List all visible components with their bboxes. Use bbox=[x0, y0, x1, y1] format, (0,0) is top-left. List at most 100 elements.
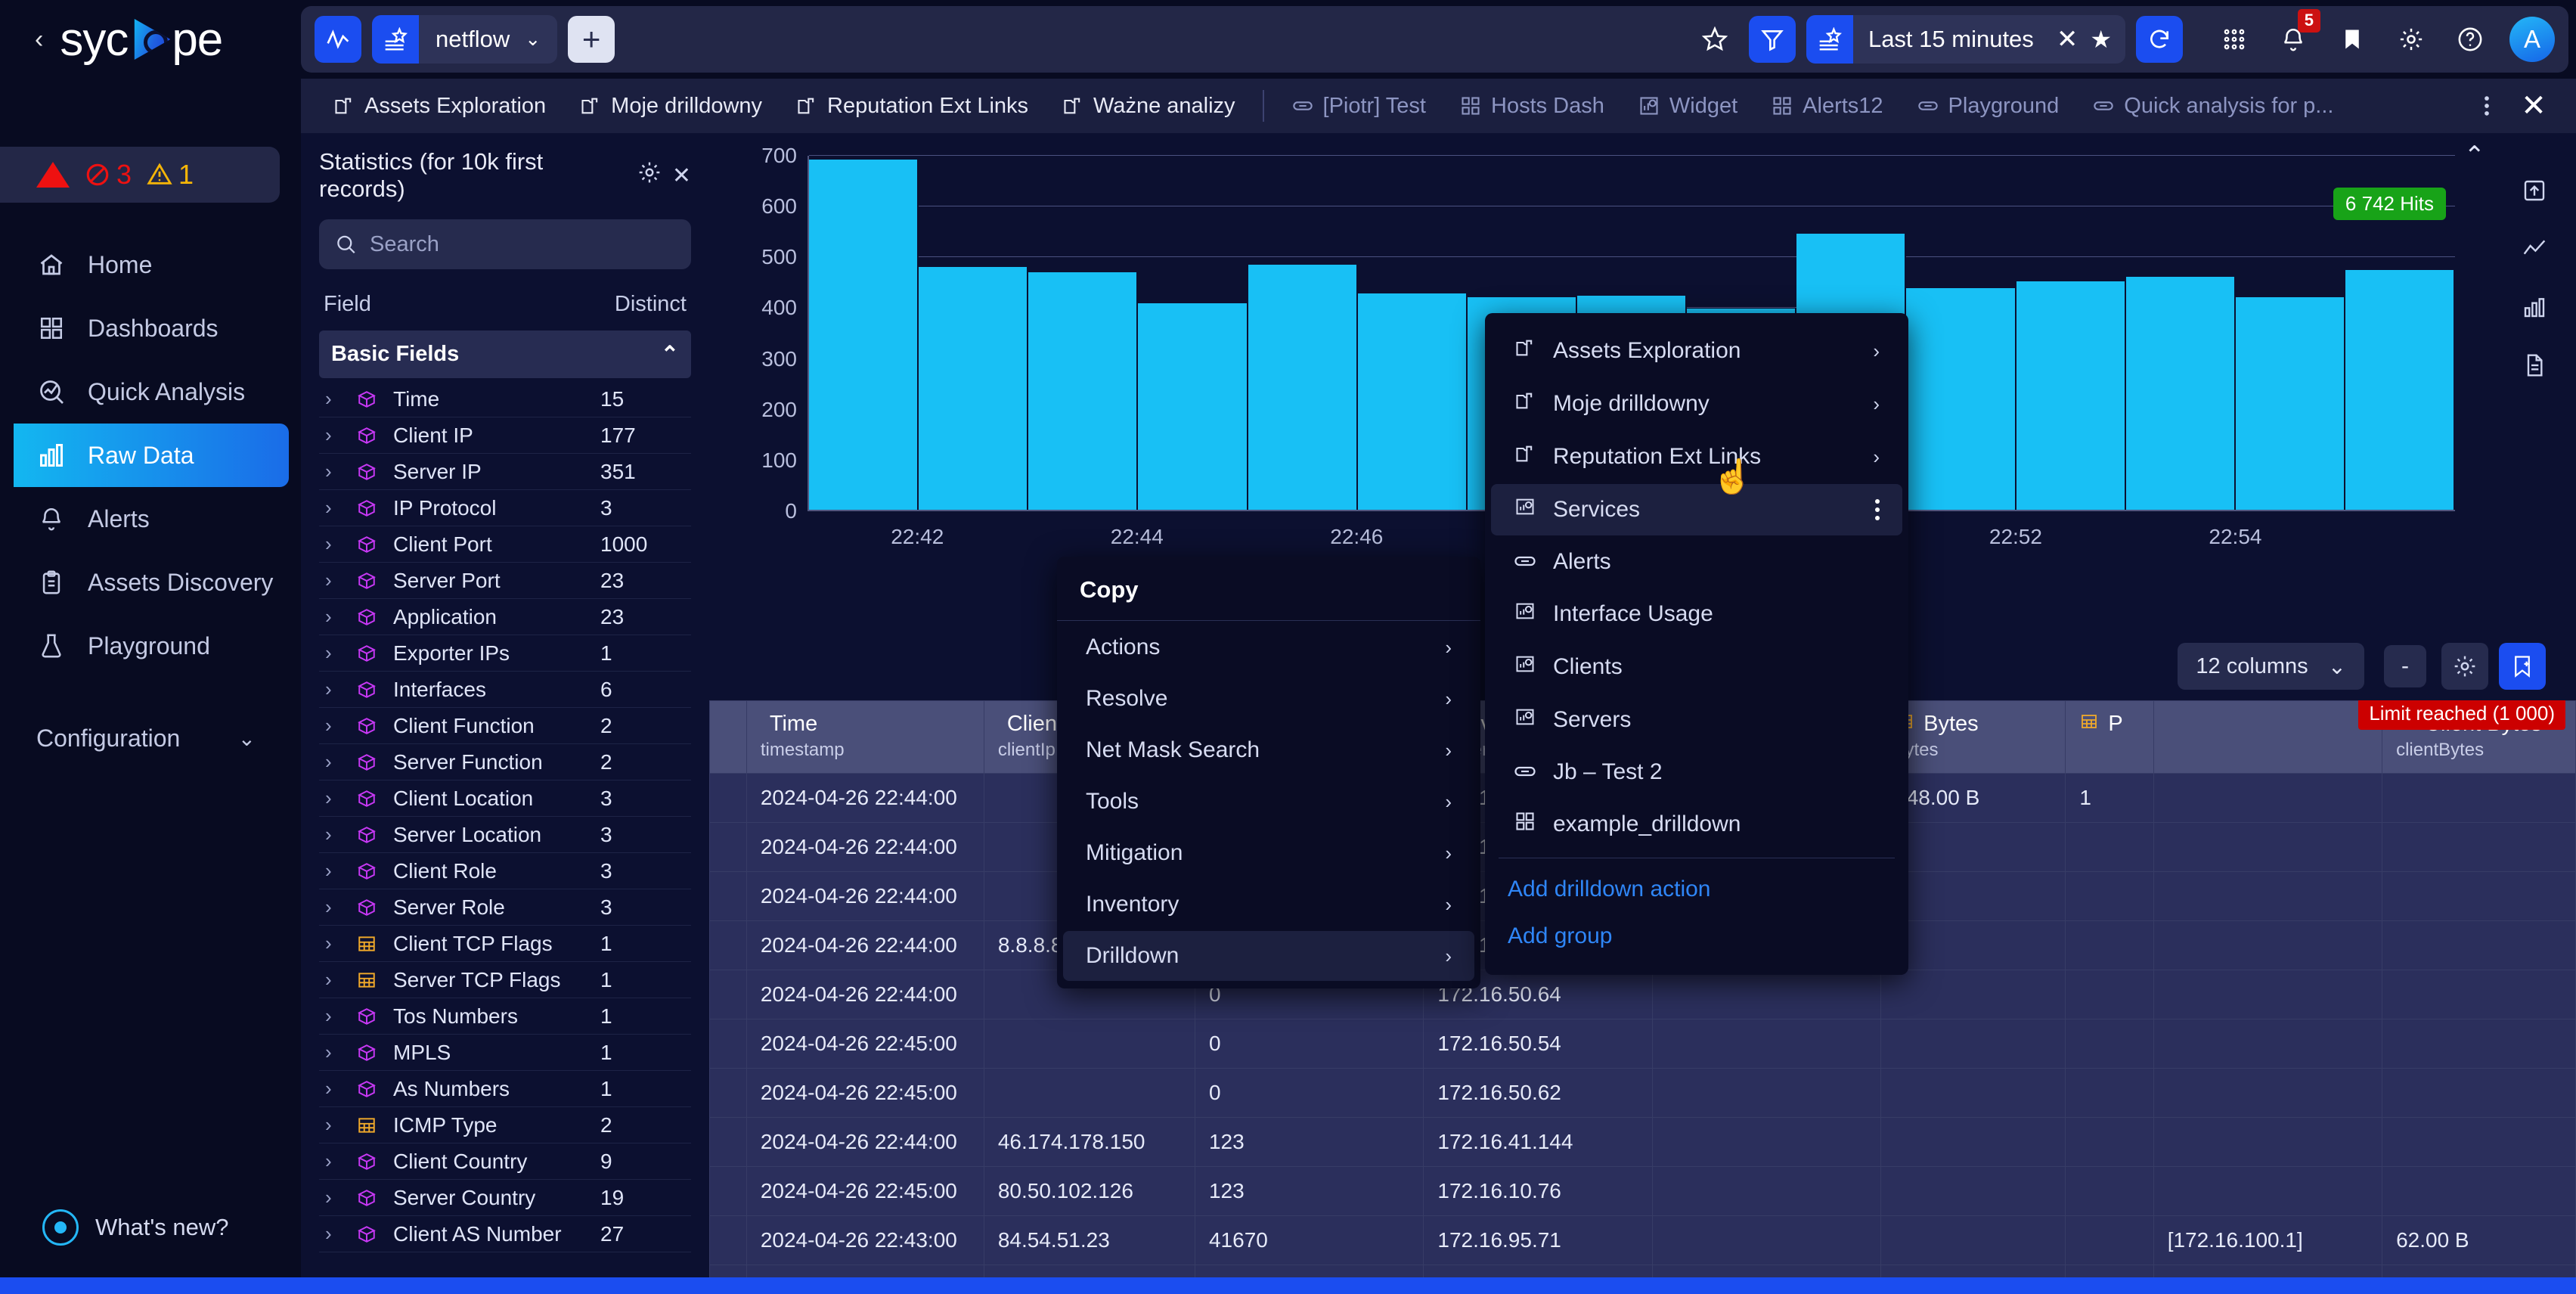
table-cell[interactable] bbox=[1880, 1019, 2066, 1069]
drilldown-menu-item[interactable]: Services bbox=[1491, 484, 1902, 535]
sidebar-item-configuration[interactable]: Configuration ⌄ bbox=[0, 706, 301, 770]
field-row[interactable]: › Client Location 3 bbox=[319, 780, 691, 817]
chevron-right-icon[interactable]: › bbox=[325, 569, 340, 592]
context-menu-item[interactable]: Drilldown › bbox=[1063, 931, 1474, 981]
table-cell[interactable]: 172.16.50.54 bbox=[1423, 1019, 1653, 1069]
table-cell[interactable]: 1 bbox=[2065, 773, 2154, 823]
field-row[interactable]: › Server Location 3 bbox=[319, 817, 691, 853]
table-cell[interactable]: 123 bbox=[1194, 1166, 1424, 1216]
table-cell[interactable] bbox=[709, 1117, 747, 1167]
table-cell[interactable]: 172.16.50.62 bbox=[1423, 1068, 1653, 1118]
table-cell[interactable]: 0 bbox=[1194, 1068, 1424, 1118]
table-cell[interactable]: 46.174.178.150 bbox=[983, 1117, 1195, 1167]
bar[interactable] bbox=[2345, 270, 2456, 510]
table-cell[interactable]: 123 bbox=[1194, 1265, 1424, 1277]
chevron-right-icon[interactable]: › bbox=[325, 1077, 340, 1100]
table-cell[interactable] bbox=[1880, 1117, 2066, 1167]
table-cell[interactable] bbox=[709, 920, 747, 970]
pulse-icon[interactable] bbox=[315, 16, 361, 63]
field-row[interactable]: › Client TCP Flags 1 bbox=[319, 926, 691, 962]
table-cell[interactable]: 2024-04-26 22:45:00 bbox=[746, 1068, 984, 1118]
sidebar-item-playground[interactable]: Playground bbox=[0, 614, 301, 678]
drilldown-menu-item[interactable]: Servers bbox=[1491, 694, 1902, 746]
add-group-link[interactable]: Add group bbox=[1485, 913, 1908, 960]
chevron-right-icon[interactable]: › bbox=[325, 714, 340, 737]
table-cell[interactable] bbox=[2153, 1166, 2383, 1216]
sidebar-item-home[interactable]: Home bbox=[0, 233, 301, 296]
table-cell[interactable]: 2024-04-26 22:45:00 bbox=[746, 1166, 984, 1216]
table-cell[interactable]: 2024-04-26 22:45:00 bbox=[746, 1019, 984, 1069]
chevron-right-icon[interactable]: › bbox=[325, 1186, 340, 1209]
chevron-right-icon[interactable]: › bbox=[325, 1041, 340, 1064]
bookmark-add-icon[interactable] bbox=[2499, 643, 2546, 690]
sidebar-item-dashboards[interactable]: Dashboards bbox=[0, 296, 301, 360]
table-cell[interactable]: [172.16.100.1] bbox=[2153, 1215, 2383, 1265]
chevron-right-icon[interactable]: › bbox=[325, 496, 340, 520]
columns-select[interactable]: 12 columns ⌄ bbox=[2178, 643, 2364, 690]
field-row[interactable]: › Server IP 351 bbox=[319, 454, 691, 490]
line-chart-icon[interactable] bbox=[2522, 237, 2547, 265]
table-cell[interactable] bbox=[1651, 1215, 1882, 1265]
table-cell[interactable]: 148.00 B bbox=[1880, 773, 2066, 823]
field-row[interactable]: › Client Port 1000 bbox=[319, 526, 691, 563]
bar[interactable] bbox=[2235, 297, 2345, 510]
bar[interactable] bbox=[809, 159, 919, 510]
table-column-header-extra[interactable] bbox=[2153, 700, 2383, 774]
export-icon[interactable] bbox=[2522, 178, 2547, 206]
gear-icon[interactable] bbox=[2392, 20, 2431, 59]
table-cell[interactable]: 2024-04-26 22:44:00 bbox=[746, 1265, 984, 1277]
bar[interactable] bbox=[1138, 303, 1248, 510]
document-icon[interactable] bbox=[2522, 353, 2547, 381]
chevron-up-icon[interactable]: ⌃ bbox=[661, 341, 679, 368]
field-row[interactable]: › Client Role 3 bbox=[319, 853, 691, 889]
table-cell[interactable] bbox=[2153, 871, 2383, 921]
brand-logo[interactable]: ‹ syc pe bbox=[0, 0, 301, 79]
datasource-selector[interactable]: netflow ⌄ bbox=[372, 15, 558, 64]
whats-new-button[interactable]: What's new? bbox=[42, 1209, 229, 1246]
context-menu-item[interactable]: Mitigation › bbox=[1063, 828, 1474, 878]
context-menu-item[interactable]: Net Mask Search › bbox=[1063, 725, 1474, 775]
tab-folder-assets-exploration[interactable]: Assets Exploration bbox=[316, 79, 563, 133]
table-cell[interactable]: 2024-04-26 22:44:00 bbox=[746, 920, 984, 970]
bar[interactable] bbox=[1248, 264, 1358, 510]
table-row[interactable]: 2024-04-26 22:45:00 0 172.16.50.54 bbox=[709, 1019, 2576, 1069]
table-cell[interactable] bbox=[2382, 822, 2576, 872]
table-cell[interactable] bbox=[2382, 871, 2576, 921]
table-cell[interactable] bbox=[2065, 920, 2154, 970]
table-column-header[interactable]: Time timestamp bbox=[746, 700, 984, 774]
drilldown-menu-item[interactable]: Assets Exploration › bbox=[1491, 325, 1902, 377]
table-cell[interactable]: 41670 bbox=[1194, 1215, 1424, 1265]
filter-icon[interactable] bbox=[1748, 16, 1796, 63]
close-icon[interactable]: ✕ bbox=[672, 163, 691, 189]
drilldown-menu-item[interactable]: example_drilldown bbox=[1491, 799, 1902, 850]
table-row[interactable]: 2024-04-26 22:44:0089.25.168.148123172.1… bbox=[709, 1265, 2576, 1277]
field-row[interactable]: › Client Country 9 bbox=[319, 1143, 691, 1180]
table-cell[interactable]: 0 bbox=[1194, 1019, 1424, 1069]
drilldown-menu-item[interactable]: Jb – Test 2 bbox=[1491, 747, 1902, 797]
table-row[interactable]: 2024-04-26 22:44:00 0 172.16.50.64 bbox=[709, 970, 2576, 1019]
table-cell[interactable]: 80.50.102.126 bbox=[983, 1166, 1195, 1216]
table-cell[interactable] bbox=[2065, 871, 2154, 921]
drilldown-menu-item[interactable]: Reputation Ext Links › bbox=[1491, 431, 1902, 483]
table-cell[interactable] bbox=[2065, 822, 2154, 872]
table-cell[interactable]: 0.00 B bbox=[2382, 1265, 2576, 1277]
table-cell[interactable] bbox=[1651, 970, 1882, 1019]
sidebar-item-quick-analysis[interactable]: Quick Analysis bbox=[0, 360, 301, 424]
chevron-right-icon[interactable]: › bbox=[325, 460, 340, 483]
table-cell[interactable]: 172.16.41.144 bbox=[1423, 1117, 1653, 1167]
tab-hosts-dash[interactable]: Hosts Dash bbox=[1443, 79, 1621, 133]
table-cell[interactable] bbox=[2153, 773, 2383, 823]
table-cell[interactable] bbox=[709, 1265, 747, 1277]
table-cell[interactable] bbox=[1880, 1068, 2066, 1118]
pager-prev-button[interactable]: - bbox=[2384, 645, 2426, 687]
chevron-right-icon[interactable]: › bbox=[325, 424, 340, 447]
table-cell[interactable] bbox=[1880, 1166, 2066, 1216]
field-row[interactable]: › Interfaces 6 bbox=[319, 672, 691, 708]
field-row[interactable]: › Server Role 3 bbox=[319, 889, 691, 926]
table-cell[interactable] bbox=[2153, 1117, 2383, 1167]
table-cell[interactable] bbox=[709, 773, 747, 823]
bar[interactable] bbox=[1906, 288, 2016, 510]
table-cell[interactable] bbox=[2065, 1215, 2154, 1265]
drilldown-menu-item[interactable]: Alerts bbox=[1491, 537, 1902, 587]
add-datasource-button[interactable]: + bbox=[568, 16, 615, 63]
